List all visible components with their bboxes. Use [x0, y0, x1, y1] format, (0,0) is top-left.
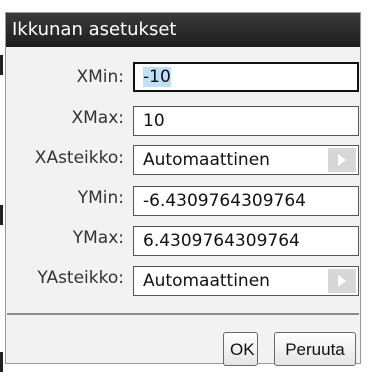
- xmax-input[interactable]: 10: [133, 106, 359, 136]
- xmax-label: XMax:: [71, 108, 124, 128]
- dialog-title: Ikkunan asetukset: [6, 13, 360, 47]
- left-edge-mark: [0, 205, 3, 225]
- xmin-value: -10: [143, 67, 171, 87]
- yscale-value: Automaattinen: [143, 271, 270, 291]
- xscale-select[interactable]: Automaattinen: [133, 145, 359, 175]
- left-edge-mark: [0, 352, 3, 372]
- xscale-label: XAsteikko:: [34, 148, 124, 168]
- xmin-label: XMin:: [76, 67, 124, 87]
- yscale-label: YAsteikko:: [37, 268, 124, 288]
- ymin-input[interactable]: -6.4309764309764: [133, 186, 359, 216]
- yscale-select[interactable]: Automaattinen: [133, 266, 359, 296]
- cancel-button[interactable]: Peruuta: [274, 332, 356, 366]
- xscale-value: Automaattinen: [143, 150, 270, 170]
- yscale-dropdown-button[interactable]: [328, 269, 356, 293]
- xscale-dropdown-button[interactable]: [328, 148, 356, 172]
- chevron-right-icon: [338, 275, 346, 287]
- window-settings-dialog: Ikkunan asetukset XMin: -10 XMax: 10 XAs…: [5, 12, 361, 366]
- chevron-right-icon: [338, 154, 346, 166]
- ok-button[interactable]: OK: [223, 332, 258, 366]
- divider: [7, 313, 359, 315]
- ymax-label: YMax:: [72, 228, 124, 248]
- left-edge-mark: [0, 55, 3, 75]
- xmin-input[interactable]: -10: [133, 62, 359, 92]
- ymin-label: YMin:: [77, 188, 124, 208]
- ymax-input[interactable]: 6.4309764309764: [133, 226, 359, 256]
